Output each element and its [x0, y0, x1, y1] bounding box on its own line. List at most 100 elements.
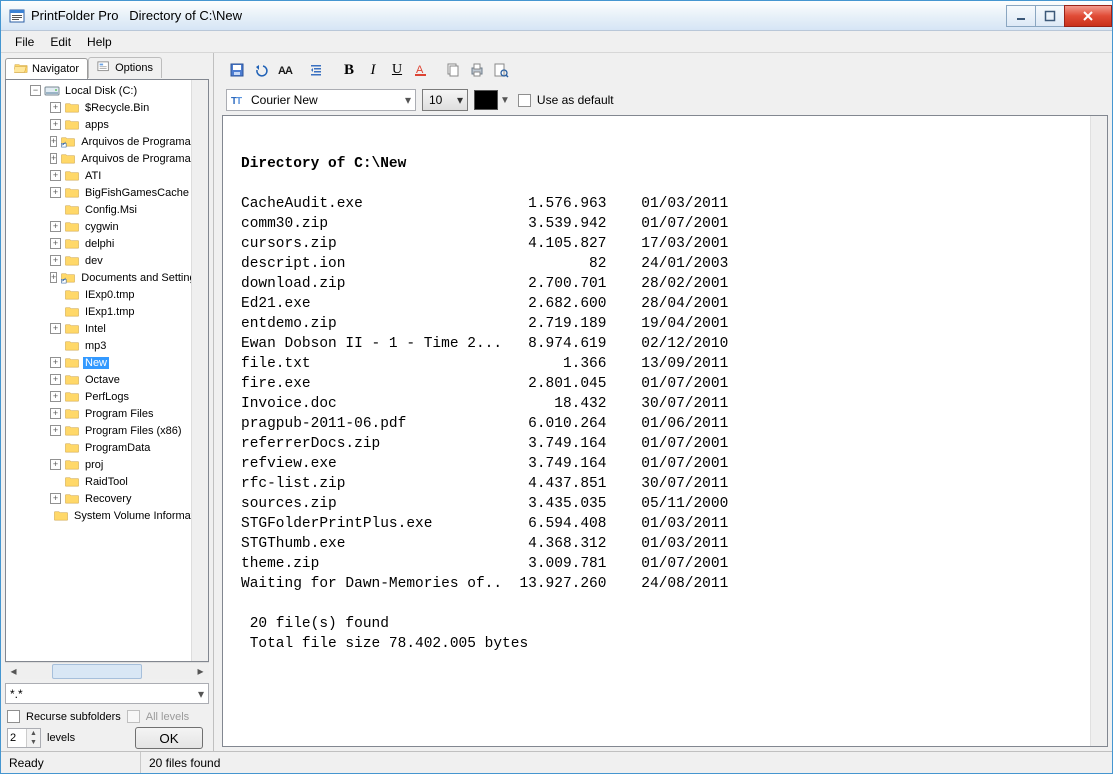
save-icon[interactable]	[226, 59, 248, 81]
find-icon[interactable]: AA	[274, 59, 296, 81]
recurse-checkbox[interactable]	[7, 710, 20, 723]
menu-edit[interactable]: Edit	[42, 33, 79, 51]
expander-icon[interactable]: +	[50, 119, 61, 130]
color-well[interactable]	[474, 90, 498, 110]
tree-item[interactable]: +dev	[6, 252, 191, 269]
tree-item-label: System Volume Information	[72, 510, 191, 522]
expander-icon[interactable]: +	[50, 374, 61, 385]
folder-icon	[64, 407, 80, 421]
tree-item[interactable]: + delphi	[6, 235, 191, 252]
tree-root-label[interactable]: Local Disk (C:)	[63, 85, 139, 97]
tree-item[interactable]: +Octave	[6, 371, 191, 388]
italic-icon[interactable]: I	[362, 59, 384, 81]
tree-item[interactable]: +Program Files (x86)	[6, 422, 191, 439]
expander-icon[interactable]: −	[30, 85, 41, 96]
expander-icon[interactable]	[50, 476, 61, 487]
tree-item-label: proj	[83, 459, 105, 471]
tree-item[interactable]: IExp1.tmp	[6, 303, 191, 320]
levels-label: levels	[47, 732, 75, 744]
font-combo[interactable]: TT Courier New	[226, 89, 416, 111]
expander-icon[interactable]	[50, 340, 61, 351]
listing-text[interactable]: Directory of C:\New CacheAudit.exe 1.576…	[241, 154, 1090, 654]
tree-item[interactable]: mp3	[6, 337, 191, 354]
tree-item[interactable]: IExp0.tmp	[6, 286, 191, 303]
tree-item-label: Arquivos de Programas	[79, 153, 191, 165]
expander-icon[interactable]: +	[50, 272, 57, 283]
content-vscroll[interactable]	[1090, 116, 1107, 746]
tree-item[interactable]: + proj	[6, 456, 191, 473]
expander-icon[interactable]: +	[50, 238, 61, 249]
folder-tree[interactable]: −Local Disk (C:)+$Recycle.Bin+apps+Arqui…	[6, 80, 191, 661]
minimize-button[interactable]	[1006, 5, 1036, 27]
expander-icon[interactable]: +	[50, 357, 61, 368]
tree-item[interactable]: +PerfLogs	[6, 388, 191, 405]
copy-icon[interactable]	[442, 59, 464, 81]
tree-item[interactable]: Config.Msi	[6, 201, 191, 218]
left-panel: Navigator Options − Local Disk (C:) +$Recy…	[1, 53, 214, 751]
disk-icon	[44, 84, 60, 98]
close-button[interactable]	[1064, 5, 1112, 27]
tree-item[interactable]: +Arquivos de Programa	[6, 133, 191, 150]
expander-icon[interactable]: +	[50, 102, 61, 113]
expander-icon[interactable]	[50, 289, 61, 300]
tree-item[interactable]: +Documents and Settings	[6, 269, 191, 286]
expander-icon[interactable]: +	[50, 323, 61, 334]
expander-icon[interactable]: +	[50, 459, 61, 470]
filter-combo[interactable]: *.*	[5, 683, 209, 704]
tree-item[interactable]: +Program Files	[6, 405, 191, 422]
svg-text:T: T	[236, 96, 242, 107]
tree-item[interactable]: +Intel	[6, 320, 191, 337]
tree-item[interactable]: System Volume Information	[6, 507, 191, 524]
expander-icon[interactable]: +	[50, 221, 61, 232]
indent-icon[interactable]	[306, 59, 328, 81]
folder-icon	[64, 339, 80, 353]
print-icon[interactable]	[466, 59, 488, 81]
tree-item[interactable]: +Recovery	[6, 490, 191, 507]
expander-icon[interactable]	[50, 204, 61, 215]
size-combo[interactable]: 10	[422, 89, 468, 111]
expander-icon[interactable]: +	[50, 170, 61, 181]
expander-icon[interactable]	[50, 306, 61, 317]
menu-file[interactable]: File	[7, 33, 42, 51]
font-toolbar: TT Courier New 10 ▼ Use as default	[222, 85, 1108, 115]
tree-item[interactable]: + apps	[6, 116, 191, 133]
tree-item[interactable]: +ATI	[6, 167, 191, 184]
use-default-checkbox[interactable]	[518, 94, 531, 107]
ok-button[interactable]: OK	[135, 727, 203, 749]
expander-icon[interactable]: +	[50, 255, 61, 266]
undo-icon[interactable]	[250, 59, 272, 81]
preview-icon[interactable]	[490, 59, 512, 81]
expander-icon[interactable]	[50, 442, 61, 453]
expander-icon[interactable]: +	[50, 187, 61, 198]
tree-hscroll[interactable]: ◂▸	[5, 662, 209, 679]
bold-icon[interactable]: B	[338, 59, 360, 81]
tree-item[interactable]: +cygwin	[6, 218, 191, 235]
tree-item[interactable]: + Arquivos de Programas	[6, 150, 191, 167]
listing-view: Directory of C:\New CacheAudit.exe 1.576…	[222, 115, 1108, 747]
expander-icon[interactable]: +	[50, 408, 61, 419]
underline-icon[interactable]: U	[386, 59, 408, 81]
tab-options[interactable]: Options	[88, 57, 162, 78]
titlebar[interactable]: PrintFolder Pro Directory of C:\New	[1, 1, 1112, 31]
expander-icon[interactable]: +	[50, 153, 57, 164]
expander-icon[interactable]: +	[50, 391, 61, 402]
menu-help[interactable]: Help	[79, 33, 120, 51]
all-levels-checkbox[interactable]	[127, 710, 140, 723]
tree-item-label: apps	[83, 119, 111, 131]
tree-item[interactable]: +New	[6, 354, 191, 371]
tree-item[interactable]: +$Recycle.Bin	[6, 99, 191, 116]
expander-icon[interactable]: +	[50, 425, 61, 436]
expander-icon[interactable]: +	[50, 136, 57, 147]
maximize-button[interactable]	[1035, 5, 1065, 27]
levels-spinner[interactable]: 2 ▲▼	[7, 728, 41, 748]
tree-item[interactable]: +BigFishGamesCache	[6, 184, 191, 201]
expander-icon[interactable]: +	[50, 493, 61, 504]
tree-item[interactable]: ProgramData	[6, 439, 191, 456]
tab-navigator[interactable]: Navigator	[5, 58, 88, 79]
font-color-icon[interactable]: A	[410, 59, 432, 81]
tree-item[interactable]: RaidTool	[6, 473, 191, 490]
folder-icon	[64, 492, 80, 506]
tree-vscroll[interactable]	[191, 80, 208, 661]
tree-item-label: delphi	[83, 238, 116, 250]
color-drop-icon[interactable]: ▼	[498, 95, 512, 106]
